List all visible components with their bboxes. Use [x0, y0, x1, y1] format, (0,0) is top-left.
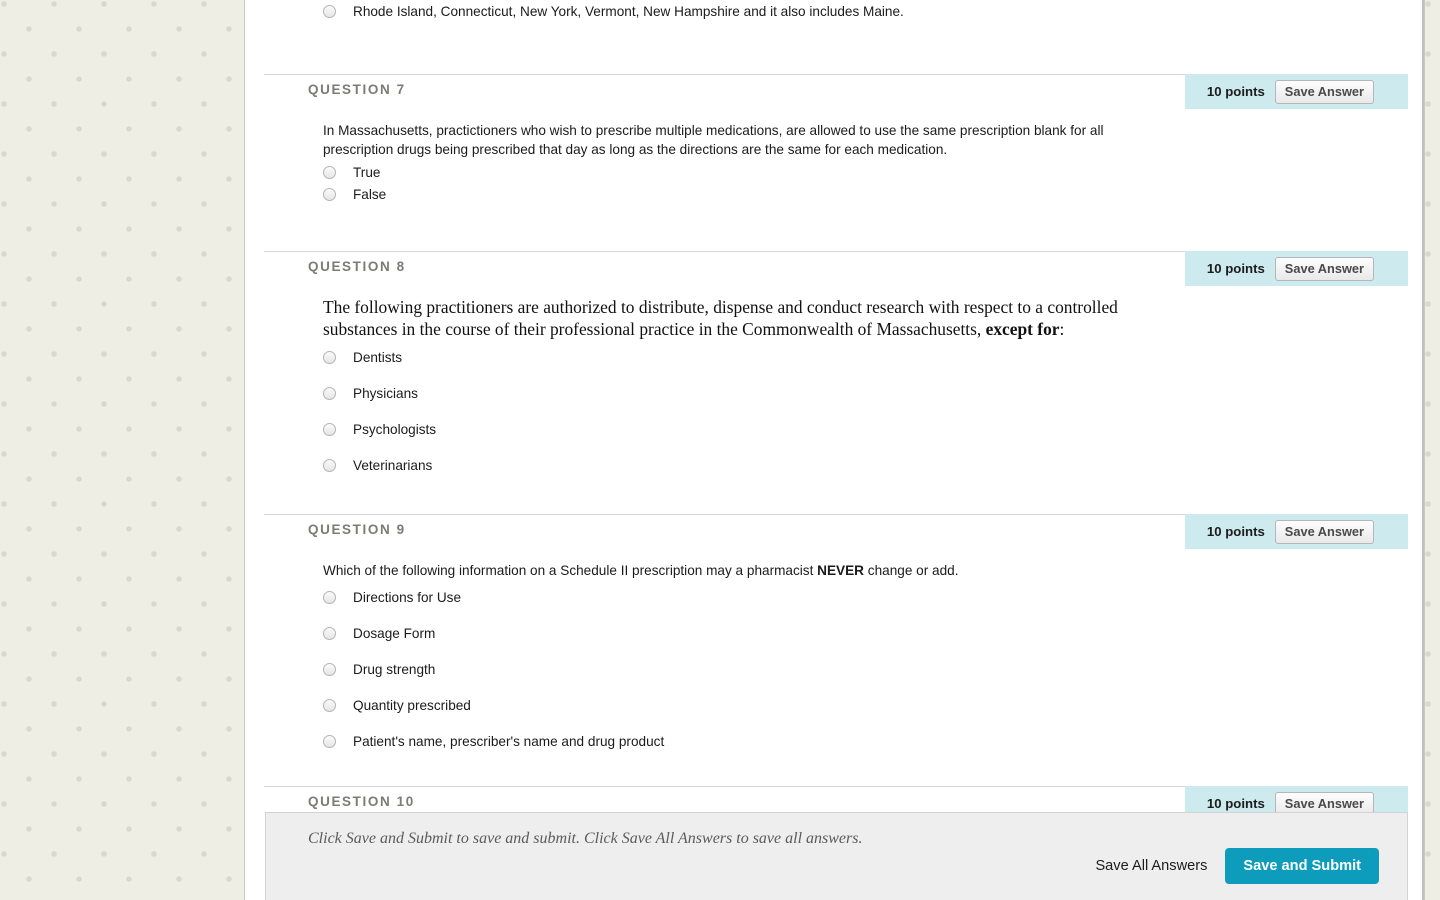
- list-item[interactable]: Drug strength: [323, 662, 1183, 678]
- question-prompt: Which of the following information on a …: [323, 561, 1183, 580]
- radio-button[interactable]: [323, 5, 336, 18]
- option-label[interactable]: Patient's name, prescriber's name and dr…: [353, 734, 664, 750]
- question-header-10: QUESTION 10: [308, 794, 415, 809]
- assessment-content-area: Rhode Island, Connecticut, New York, Ver…: [246, 0, 1424, 900]
- list-item[interactable]: Dentists: [323, 350, 1153, 366]
- submit-hint-text: Click Save and Submit to save and submit…: [308, 830, 863, 847]
- radio-button[interactable]: [323, 423, 336, 436]
- radio-button[interactable]: [323, 699, 336, 712]
- save-all-answers-button[interactable]: Save All Answers: [1095, 858, 1207, 874]
- radio-button[interactable]: [323, 459, 336, 472]
- left-page-gutter: [0, 0, 245, 900]
- radio-button[interactable]: [323, 387, 336, 400]
- radio-button[interactable]: [323, 351, 336, 364]
- question-header-7: QUESTION 7: [308, 82, 406, 97]
- prompt-text-part: Which of the following information on a …: [323, 563, 818, 578]
- question-body-9: Which of the following information on a …: [323, 561, 1183, 750]
- points-band-9: 10 points Save Answer: [1185, 514, 1408, 549]
- option-label[interactable]: Physicians: [353, 386, 418, 402]
- save-answer-button[interactable]: Save Answer: [1274, 256, 1374, 281]
- question-prompt: The following practitioners are authoriz…: [323, 297, 1153, 340]
- list-item[interactable]: Quantity prescribed: [323, 698, 1183, 714]
- list-item[interactable]: False: [323, 187, 1173, 203]
- points-label: 10 points: [1206, 84, 1265, 99]
- option-label[interactable]: Veterinarians: [353, 458, 432, 474]
- list-item[interactable]: Directions for Use: [323, 590, 1183, 606]
- option-label[interactable]: Rhode Island, Connecticut, New York, Ver…: [353, 4, 904, 20]
- points-band-7: 10 points Save Answer: [1185, 74, 1408, 109]
- option-label[interactable]: True: [353, 165, 380, 181]
- points-label: 10 points: [1206, 524, 1265, 539]
- list-item[interactable]: Physicians: [323, 386, 1153, 402]
- option-label[interactable]: Dentists: [353, 350, 402, 366]
- radio-button[interactable]: [323, 627, 336, 640]
- save-and-submit-button[interactable]: Save and Submit: [1225, 848, 1379, 884]
- radio-button[interactable]: [323, 166, 336, 179]
- right-page-gutter: [1424, 0, 1440, 900]
- question-body-8: The following practitioners are authoriz…: [323, 297, 1153, 474]
- question-body-7: In Massachusetts, practictioners who wis…: [323, 121, 1173, 203]
- radio-button[interactable]: [323, 188, 336, 201]
- question-header-8: QUESTION 8: [308, 259, 406, 274]
- question-prompt: In Massachusetts, practictioners who wis…: [323, 123, 1104, 157]
- prompt-text-tail: change or add.: [864, 563, 959, 578]
- option-label[interactable]: Drug strength: [353, 662, 435, 678]
- option-list-9: Directions for Use Dosage Form Drug stre…: [323, 590, 1183, 750]
- points-label: 10 points: [1206, 796, 1265, 811]
- save-answer-button[interactable]: Save Answer: [1274, 79, 1374, 104]
- option-label[interactable]: Psychologists: [353, 422, 436, 438]
- option-label[interactable]: False: [353, 187, 386, 203]
- list-item[interactable]: Psychologists: [323, 422, 1153, 438]
- list-item[interactable]: Dosage Form: [323, 626, 1183, 642]
- option-list-7: True False: [323, 165, 1173, 203]
- prompt-text-tail: :: [1059, 318, 1065, 339]
- option-list-8: Dentists Physicians Psychologists Veteri…: [323, 350, 1153, 474]
- radio-button[interactable]: [323, 591, 336, 604]
- points-label: 10 points: [1206, 261, 1265, 276]
- list-item[interactable]: Veterinarians: [323, 458, 1153, 474]
- list-item[interactable]: Rhode Island, Connecticut, New York, Ver…: [323, 4, 904, 20]
- points-band-8: 10 points Save Answer: [1185, 251, 1408, 286]
- submit-actions: Save All Answers Save and Submit: [1095, 848, 1379, 884]
- radio-button[interactable]: [323, 735, 336, 748]
- radio-button[interactable]: [323, 663, 336, 676]
- list-item[interactable]: Patient's name, prescriber's name and dr…: [323, 734, 1183, 750]
- prompt-emphasis: NEVER: [817, 563, 864, 578]
- save-answer-button[interactable]: Save Answer: [1274, 519, 1374, 544]
- question-header-9: QUESTION 9: [308, 522, 406, 537]
- option-label[interactable]: Dosage Form: [353, 626, 435, 642]
- list-item[interactable]: True: [323, 165, 1173, 181]
- option-label[interactable]: Quantity prescribed: [353, 698, 471, 714]
- option-label[interactable]: Directions for Use: [353, 590, 461, 606]
- prompt-emphasis: except for: [985, 318, 1060, 339]
- submit-bar: Click Save and Submit to save and submit…: [265, 812, 1408, 900]
